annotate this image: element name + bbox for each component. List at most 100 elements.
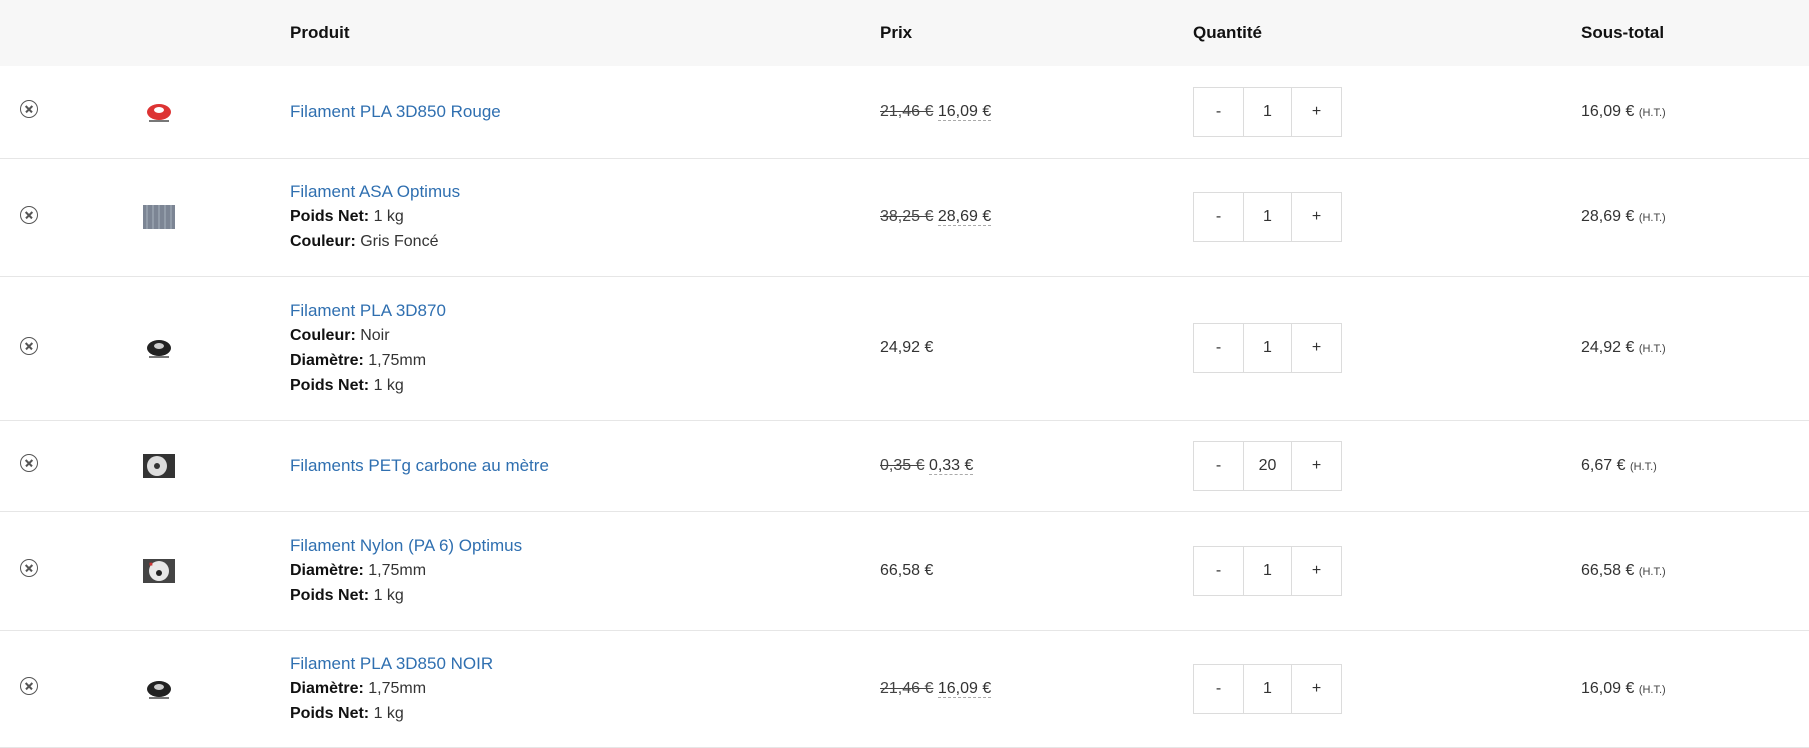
subtotal-cell: 16,09 € (H.T.) (1581, 630, 1809, 748)
product-link[interactable]: Filament PLA 3D870 (290, 299, 446, 323)
attribute-label: Poids Net: (290, 704, 370, 722)
product-thumbnail[interactable] (143, 98, 175, 126)
decrease-button[interactable]: - (1194, 324, 1243, 372)
quantity-stepper: -1 + (1193, 323, 1342, 373)
quantity-stepper: -1 + (1193, 86, 1342, 137)
remove-item-icon[interactable] (20, 100, 38, 119)
header-subtotal: Sous-total (1581, 23, 1665, 42)
remove-item-icon[interactable] (20, 336, 38, 355)
cart-row: Filaments PETg carbone au mètre 0,35 € 0,… (0, 420, 1809, 512)
quantity-cell: -1 + (1193, 66, 1581, 159)
increase-button[interactable]: + (1292, 88, 1341, 136)
cart-row: Filament PLA 3D850 NOIR Diamètre: 1,75mm P… (0, 630, 1809, 748)
thumbnail-cell (115, 158, 290, 277)
quantity-cell: -1 + (1193, 630, 1581, 748)
decrease-button[interactable]: - (1194, 193, 1243, 241)
cart-header: Produit Prix Quantité Sous-total (0, 0, 1809, 66)
attribute-label: Couleur: (290, 233, 356, 250)
old-price: 21,46 € (880, 102, 934, 120)
unit-price: 21,46 € 16,09 € (880, 679, 992, 698)
attribute-value: 1 kg (369, 704, 404, 722)
increase-button[interactable]: + (1292, 324, 1341, 372)
subtotal-cell: 66,58 € (H.T.) (1581, 511, 1809, 631)
product-cell: Filaments PETg carbone au mètre (290, 420, 880, 512)
remove-cell (0, 158, 115, 277)
decrease-button[interactable]: - (1194, 88, 1243, 136)
quantity-input[interactable]: 20 (1243, 441, 1292, 490)
header-price: Prix (880, 23, 913, 42)
attribute-label: Poids Net: (290, 586, 370, 604)
quantity-input[interactable]: 1 (1243, 546, 1292, 595)
product-link[interactable]: Filament Nylon (PA 6) Optimus (290, 534, 522, 558)
product-thumbnail[interactable] (143, 334, 175, 362)
price-cell: 66,58 € (880, 511, 1193, 631)
product-thumbnail[interactable] (143, 675, 175, 703)
price-cell: 24,92 € (880, 276, 1193, 421)
product-link[interactable]: Filament ASA Optimus (290, 180, 460, 204)
tax-label: (H.T.) (1629, 460, 1657, 473)
decrease-button[interactable]: - (1194, 665, 1243, 713)
line-subtotal: 6,67 € (H.T.) (1581, 456, 1657, 474)
product-link[interactable]: Filament PLA 3D850 NOIR (290, 652, 493, 676)
remove-item-icon[interactable] (20, 559, 38, 577)
increase-button[interactable]: + (1292, 193, 1341, 241)
tax-label: (H.T.) (1638, 565, 1666, 578)
product-attribute: Diamètre: 1,75mm (290, 558, 880, 583)
quantity-input[interactable]: 1 (1243, 193, 1292, 241)
decrease-button[interactable]: - (1194, 442, 1243, 490)
product-thumbnail[interactable] (143, 452, 175, 480)
remove-cell (0, 66, 115, 159)
quantity-input[interactable]: 1 (1243, 324, 1292, 372)
tax-label: (H.T.) (1638, 343, 1666, 355)
product-attribute: Couleur: Gris Foncé (290, 229, 880, 254)
attribute-label: Diamètre: (290, 679, 364, 697)
header-remove (0, 0, 115, 66)
unit-price: 66,58 € (880, 561, 934, 579)
decrease-button[interactable]: - (1194, 547, 1243, 595)
product-attribute: Poids Net: 1 kg (290, 204, 880, 229)
sale-price: 0,33 € (928, 456, 974, 475)
thumbnail-cell (115, 630, 290, 748)
cart-row: Filament ASA Optimus Poids Net: 1 kg Coule… (0, 158, 1809, 277)
thumbnail-cell: ■ (115, 511, 290, 631)
unit-price: 21,46 € 16,09 € (880, 102, 992, 121)
quantity-cell: -20 + (1193, 420, 1581, 512)
product-thumbnail[interactable]: ■ (143, 557, 175, 585)
remove-item-icon[interactable] (20, 677, 38, 695)
remove-cell (0, 420, 115, 512)
product-link[interactable]: Filaments PETg carbone au mètre (290, 454, 549, 478)
increase-button[interactable]: + (1292, 665, 1341, 713)
thumbnail-cell (115, 66, 290, 159)
product-cell: Filament PLA 3D850 Rouge (290, 66, 880, 159)
product-cell: Filament PLA 3D870 Couleur: Noir Diamètre:… (290, 276, 880, 421)
increase-button[interactable]: + (1292, 442, 1341, 490)
product-cell: Filament PLA 3D850 NOIR Diamètre: 1,75mm P… (290, 630, 880, 748)
remove-cell (0, 511, 115, 631)
attribute-value: 1,75mm (363, 561, 427, 579)
product-attribute: Diamètre: 1,75mm (290, 676, 880, 701)
header-product: Produit (290, 23, 350, 42)
unit-price: 24,92 € (880, 339, 934, 356)
old-price: 21,46 € (880, 679, 934, 697)
price-cell: 21,46 € 16,09 € (880, 630, 1193, 748)
line-subtotal: 28,69 € (H.T.) (1581, 208, 1666, 225)
line-subtotal: 66,58 € (H.T.) (1581, 561, 1666, 579)
attribute-value: Noir (355, 326, 390, 344)
attribute-label: Couleur: (290, 326, 356, 344)
product-attribute: Couleur: Noir (290, 323, 880, 348)
increase-button[interactable]: + (1292, 547, 1341, 595)
subtotal-cell: 28,69 € (H.T.) (1581, 158, 1809, 277)
remove-item-icon[interactable] (20, 454, 38, 472)
quantity-input[interactable]: 1 (1243, 664, 1292, 713)
remove-item-icon[interactable] (20, 205, 38, 224)
tax-label: (H.T.) (1638, 683, 1666, 696)
subtotal-cell: 6,67 € (H.T.) (1581, 420, 1809, 512)
attribute-label: Poids Net: (290, 208, 370, 225)
product-attribute: Poids Net: 1 kg (290, 583, 880, 608)
product-thumbnail[interactable] (143, 203, 175, 231)
quantity-input[interactable]: 1 (1243, 87, 1292, 136)
product-cell: Filament ASA Optimus Poids Net: 1 kg Coule… (290, 158, 880, 277)
unit-price: 0,35 € 0,33 € (880, 456, 974, 475)
sale-price: 16,09 € (937, 679, 992, 698)
product-link[interactable]: Filament PLA 3D850 Rouge (290, 100, 501, 124)
